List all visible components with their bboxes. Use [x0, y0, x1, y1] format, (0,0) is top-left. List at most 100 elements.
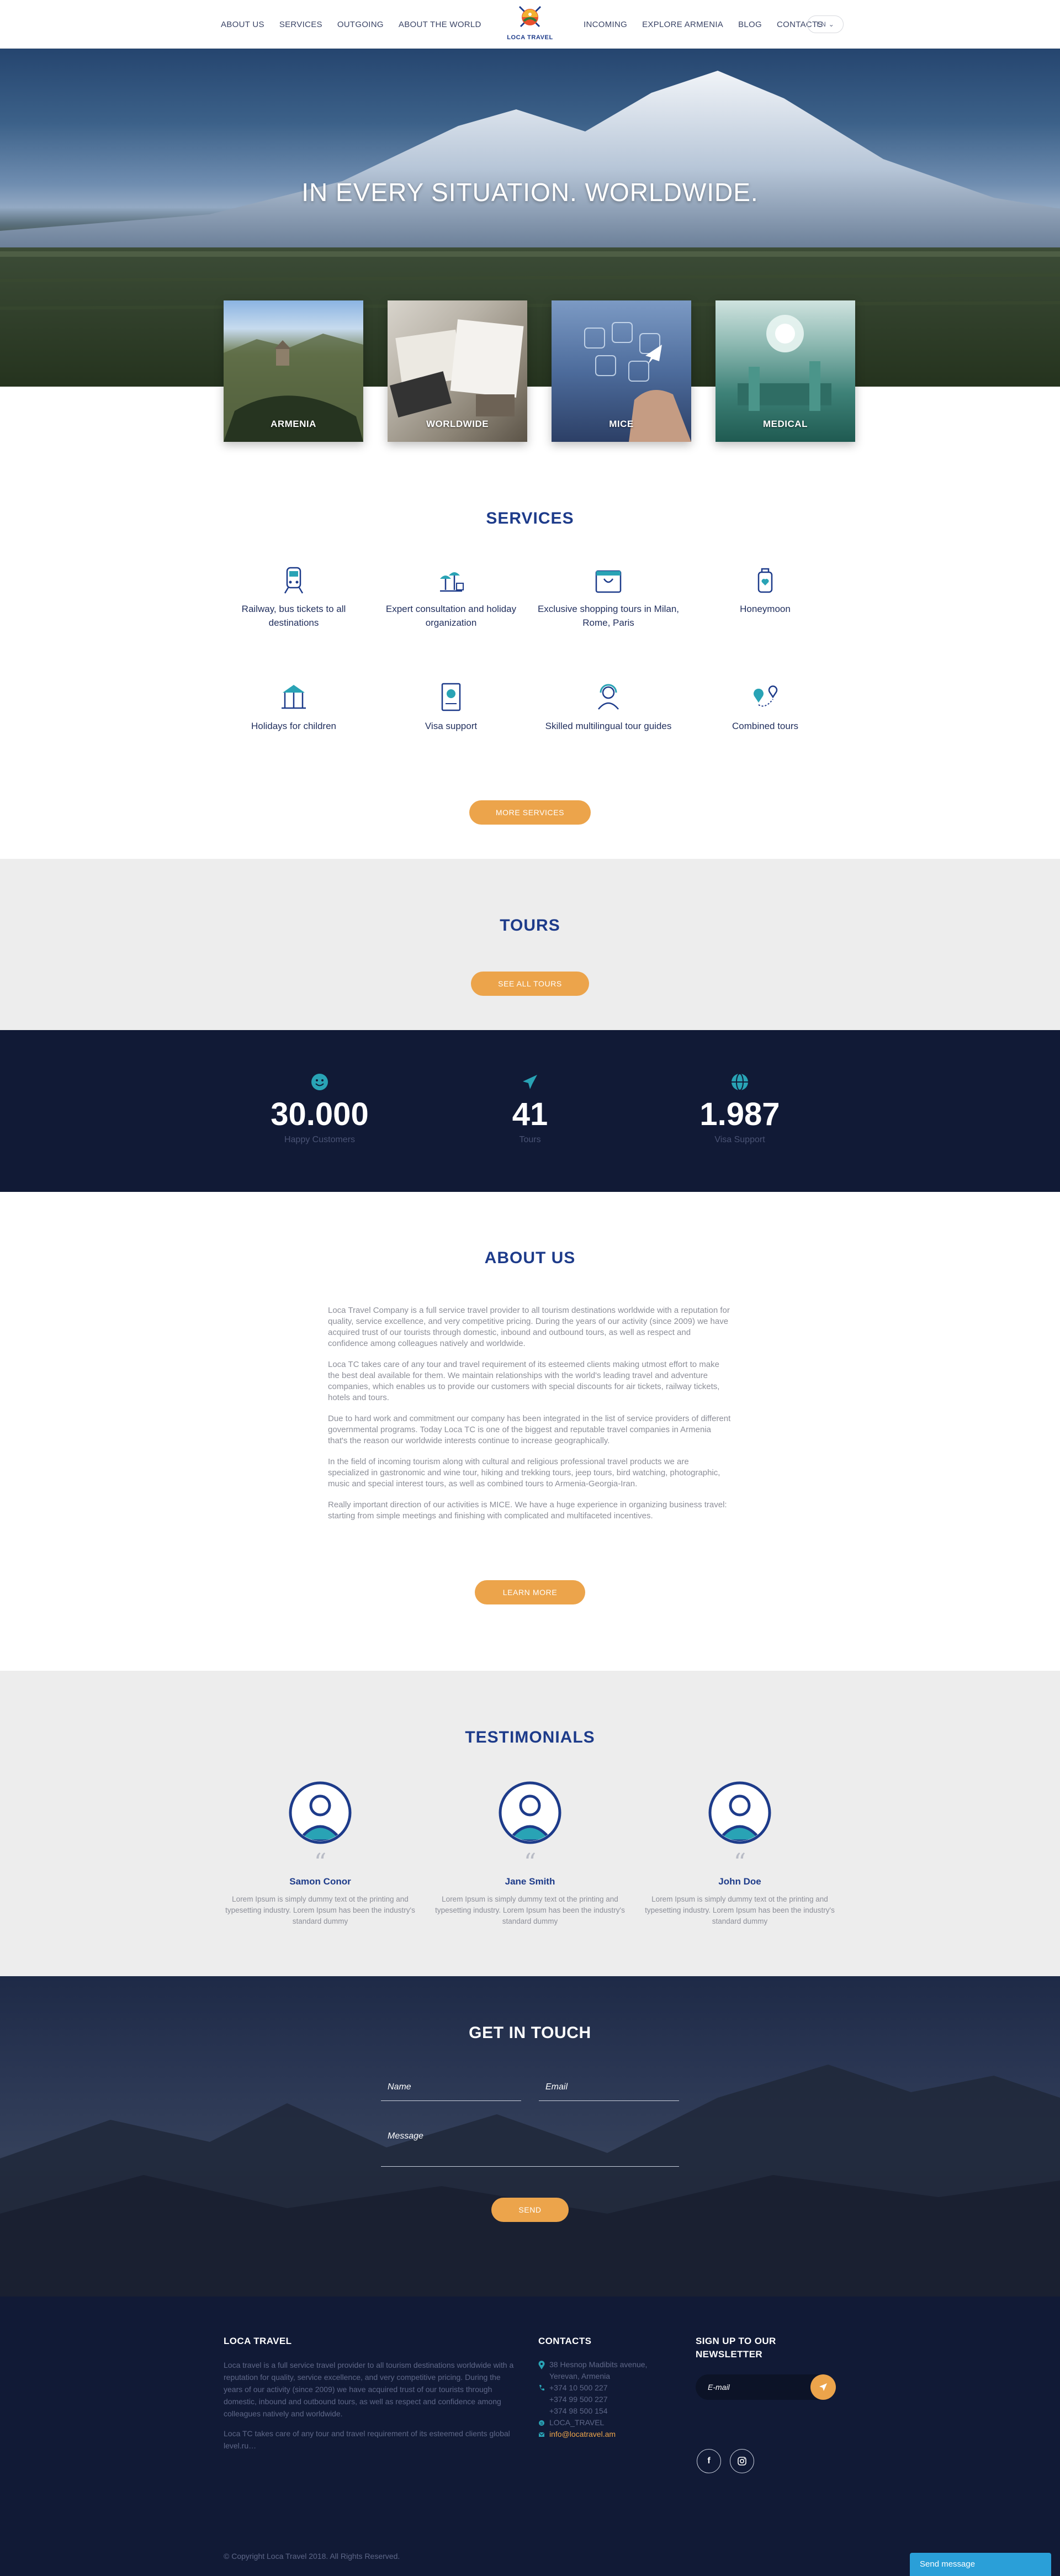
footer-about-text: Loca travel is a full service travel pro… [224, 2359, 516, 2452]
globe-icon [732, 1073, 748, 1091]
card-worldwide[interactable]: WORLDWIDE [388, 300, 527, 442]
card-medical-label: MEDICAL [763, 419, 808, 429]
newsletter-form: E-mail [696, 2374, 836, 2400]
service-children[interactable]: Holidays for children [222, 680, 365, 733]
stat-tours: 41 Tours [458, 1073, 602, 1145]
avatar-icon [499, 1781, 561, 1844]
facebook-icon: f [707, 2456, 711, 2466]
newsletter-email-input[interactable]: E-mail [696, 2383, 810, 2392]
see-all-tours-button[interactable]: SEE ALL TOURS [471, 972, 589, 996]
testimonial-card: “ Jane Smith Lorem Ipsum is simply dummy… [433, 1781, 627, 1927]
language-selector[interactable]: EN ⌄ [807, 15, 844, 33]
service-visa-label: Visa support [425, 721, 478, 731]
name-field[interactable]: Name [381, 2082, 521, 2101]
avatar-icon [289, 1781, 352, 1844]
carousel-icon [282, 685, 306, 709]
newsletter-submit-button[interactable] [810, 2374, 836, 2400]
testimonial-text: Lorem Ipsum is simply dummy text ot the … [225, 1895, 415, 1925]
instagram-icon [738, 2457, 746, 2466]
email-icon [538, 2432, 545, 2437]
card-medical[interactable]: MEDICAL [716, 300, 855, 442]
location-pin-icon [538, 2361, 545, 2369]
card-mice-label: MICE [609, 419, 634, 429]
copyright: © Copyright Loca Travel 2018. All Rights… [224, 2552, 400, 2561]
email-link[interactable]: info@locatravel.am [549, 2429, 616, 2440]
quote-icon: “ [523, 1849, 537, 1877]
contact-section: GET IN TOUCH Name Email Message SEND [0, 1976, 1060, 2297]
stat-tours-label: Tours [519, 1135, 541, 1144]
testimonial-name: John Doe [718, 1876, 761, 1887]
footer-about-title: LOCA TRAVEL [224, 2336, 292, 2346]
about-paragraph: Loca Travel Company is a full service tr… [328, 1306, 730, 1348]
more-services-button[interactable]: MORE SERVICES [469, 800, 591, 825]
about-paragraph: In the field of incoming tourism along w… [328, 1457, 720, 1488]
footer-about-paragraph: Loca TC takes care of any tour and trave… [224, 2429, 510, 2450]
service-consultation-label: Expert consultation and holiday organiza… [385, 604, 517, 628]
contact-email: info@locatravel.am [538, 2429, 647, 2440]
send-button[interactable]: SEND [491, 2198, 569, 2222]
service-railway[interactable]: Railway, bus tickets to all destinations [222, 563, 365, 630]
stat-visa-support-label: Visa Support [714, 1135, 765, 1144]
services-title: SERVICES [486, 509, 574, 527]
route-pins-icon [754, 685, 778, 707]
about-paragraph: Really important direction of our activi… [328, 1500, 727, 1521]
email-field[interactable]: Email [539, 2082, 679, 2101]
logo-text: LOCA TRAVEL [507, 34, 553, 41]
nav-blog[interactable]: BLOG [738, 20, 762, 29]
instagram-link[interactable] [730, 2449, 754, 2473]
nav-about-the-world[interactable]: ABOUT THE WORLD [399, 20, 481, 29]
train-icon [284, 567, 304, 594]
nav-about-us[interactable]: ABOUT US [221, 20, 264, 29]
send-message-chat-button[interactable]: Send message [910, 2553, 1051, 2576]
learn-more-button[interactable]: LEARN MORE [475, 1580, 585, 1604]
service-guides[interactable]: Skilled multilingual tour guides [537, 680, 680, 733]
service-guides-label: Skilled multilingual tour guides [545, 721, 672, 731]
language-label: EN [817, 20, 826, 28]
phone-number[interactable]: +374 99 500 227 [549, 2394, 608, 2405]
stat-happy-customers: 30.000 Happy Customers [248, 1073, 391, 1145]
nav-services[interactable]: SERVICES [279, 20, 322, 29]
avatar-icon [708, 1781, 771, 1844]
service-honeymoon[interactable]: Honeymoon [693, 563, 837, 616]
service-combined[interactable]: Combined tours [693, 680, 837, 733]
send-icon [819, 2383, 827, 2391]
service-railway-label: Railway, bus tickets to all destinations [241, 604, 346, 628]
chevron-down-icon: ⌄ [828, 20, 834, 28]
stat-visa-support: 1.987 Visa Support [668, 1073, 812, 1145]
phone-number[interactable]: +374 98 500 154 [549, 2405, 608, 2417]
site-header: ABOUT US SERVICES OUTGOING ABOUT THE WOR… [0, 0, 1060, 49]
card-armenia[interactable]: ARMENIA [224, 300, 363, 442]
service-combined-label: Combined tours [732, 721, 798, 731]
address-line: 38 Hesnop Madibits avenue, [549, 2360, 648, 2369]
passport-icon [441, 683, 461, 711]
phone-number[interactable]: +374 10 500 227 [549, 2382, 608, 2394]
quote-icon: “ [733, 1849, 746, 1877]
service-shopping[interactable]: Exclusive shopping tours in Milan, Rome,… [537, 563, 680, 630]
service-consultation[interactable]: Expert consultation and holiday organiza… [379, 563, 523, 630]
skype-icon: S [539, 2420, 544, 2426]
stat-tours-value: 41 [512, 1096, 548, 1132]
testimonial-text: Lorem Ipsum is simply dummy text ot the … [645, 1895, 835, 1925]
about-paragraph: Due to hard work and commitment our comp… [328, 1414, 731, 1445]
nav-explore-armenia[interactable]: EXPLORE ARMENIA [642, 20, 723, 29]
site-logo[interactable]: LOCA TRAVEL [501, 3, 559, 45]
svg-text:S: S [540, 2422, 543, 2426]
hero-title: IN EVERY SITUATION. WORLDWIDE. [301, 178, 759, 207]
service-visa[interactable]: Visa support [379, 680, 523, 733]
testimonial-card: “ Samon Conor Lorem Ipsum is simply dumm… [223, 1781, 417, 1927]
testimonial-text: Lorem Ipsum is simply dummy text ot the … [435, 1895, 625, 1925]
message-field[interactable]: Message [381, 2131, 679, 2167]
tours-title: TOURS [500, 916, 560, 935]
service-honeymoon-label: Honeymoon [740, 604, 791, 614]
heart-luggage-icon [757, 568, 773, 593]
skype-handle[interactable]: LOCA_TRAVEL [549, 2417, 604, 2429]
footer-contacts: 38 Hesnop Madibits avenue, Yerevan, Arme… [538, 2359, 647, 2440]
shopping-bag-icon [595, 570, 622, 593]
contact-skype: S LOCA_TRAVEL [538, 2417, 647, 2429]
about-text: Loca Travel Company is a full service tr… [328, 1305, 732, 1532]
nav-outgoing[interactable]: OUTGOING [337, 20, 384, 29]
nav-incoming[interactable]: INCOMING [584, 20, 627, 29]
card-mice[interactable]: MICE [552, 300, 691, 442]
facebook-link[interactable]: f [697, 2449, 721, 2473]
main-nav-right: INCOMING EXPLORE ARMENIA BLOG CONTACTS [584, 20, 823, 29]
